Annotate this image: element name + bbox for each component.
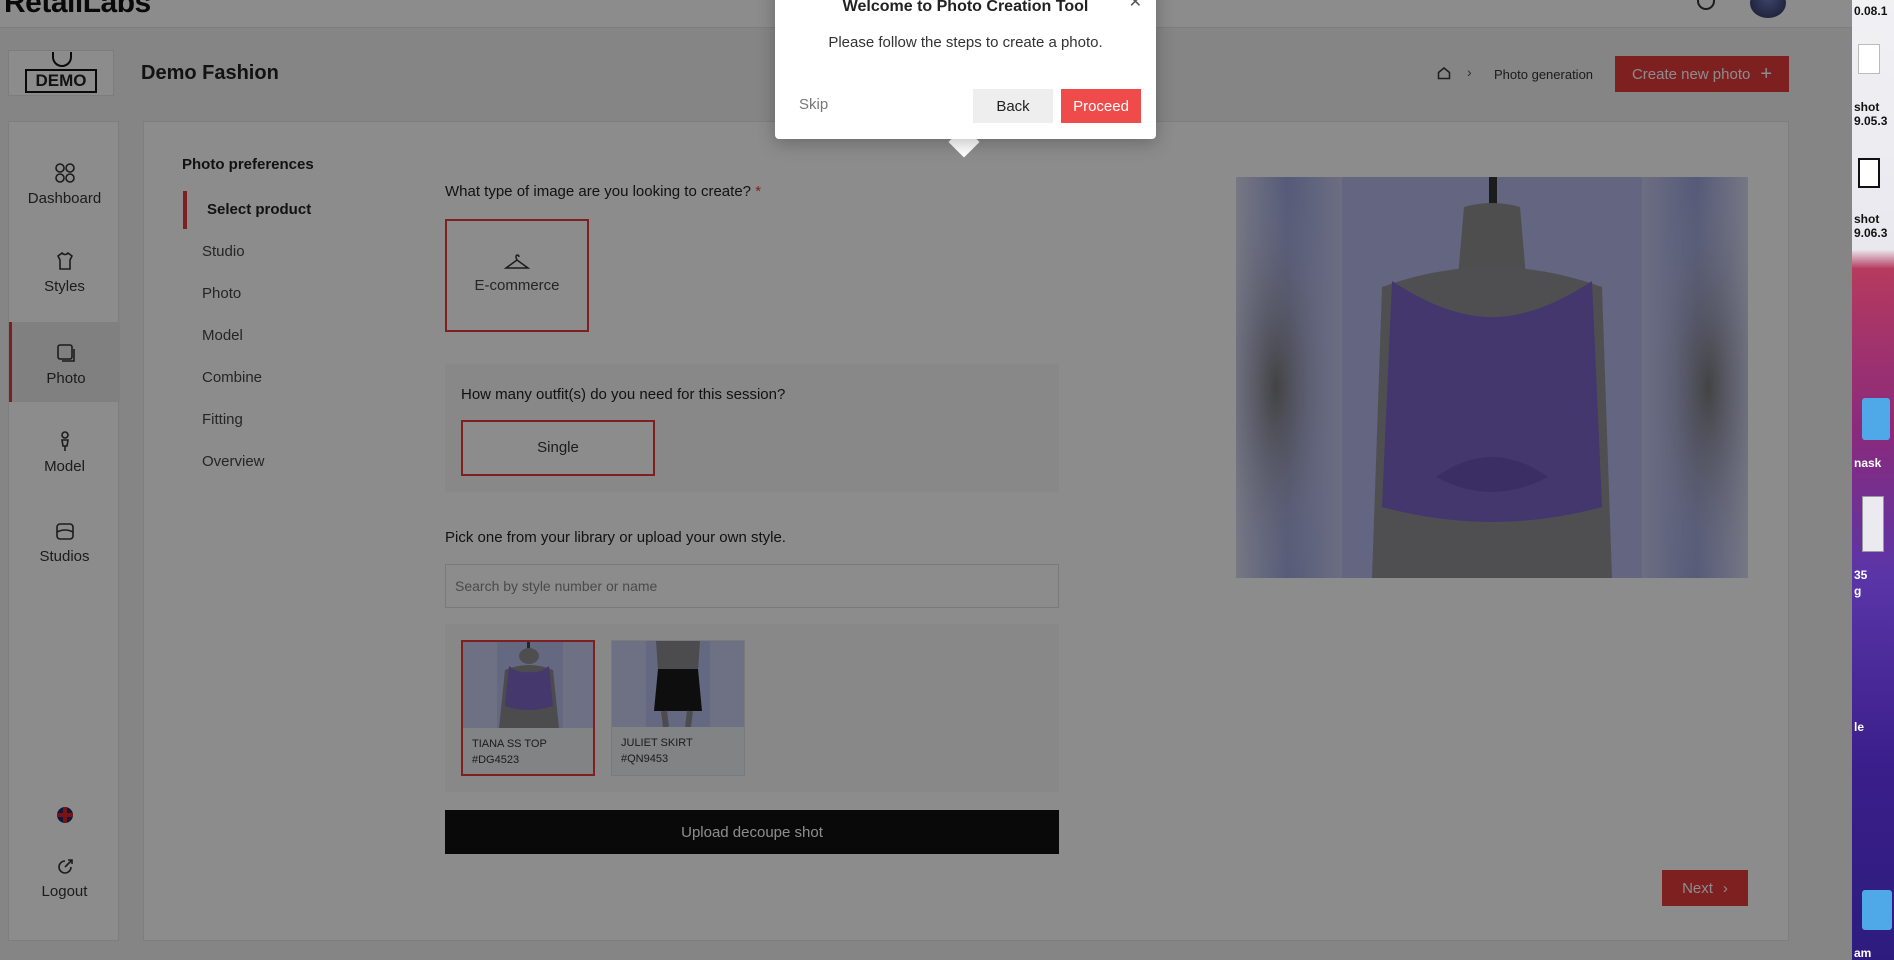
close-icon[interactable]: ✕ (1129, 0, 1142, 12)
app-window: RetailLabs DEMO Demo Fashion › Photo gen… (0, 0, 1852, 960)
tour-proceed-button[interactable]: Proceed (1061, 89, 1141, 123)
desktop-label: 9.05.3 (1854, 114, 1888, 128)
tour-popover: Welcome to Photo Creation Tool ✕ Please … (775, 0, 1156, 139)
desktop-label: am (1854, 946, 1872, 960)
desktop-file-icon[interactable] (1858, 44, 1880, 74)
tour-body: Please follow the steps to create a phot… (828, 34, 1103, 51)
desktop-label: g (1854, 584, 1862, 598)
tour-title: Welcome to Photo Creation Tool (842, 0, 1089, 15)
tour-skip-button[interactable]: Skip (799, 96, 828, 113)
desktop-label: nask (1854, 456, 1882, 470)
desktop-label: 0.08.1 (1854, 4, 1888, 18)
desktop-label: shot (1854, 212, 1880, 226)
desktop-label: 35 (1854, 568, 1868, 582)
desktop-folder-icon[interactable] (1862, 398, 1890, 440)
desktop-file-icon[interactable] (1862, 496, 1884, 552)
desktop-label: le (1854, 720, 1865, 734)
modal-backdrop[interactable] (0, 0, 1852, 960)
desktop-label: 9.06.3 (1854, 226, 1888, 240)
tour-back-button[interactable]: Back (973, 89, 1053, 123)
desktop-label: shot (1854, 100, 1880, 114)
desktop-background: 0.08.1 shot 9.05.3 shot 9.06.3 nask 35 g… (1852, 0, 1894, 960)
desktop-folder-icon[interactable] (1862, 890, 1892, 930)
desktop-file-icon[interactable] (1858, 158, 1880, 188)
